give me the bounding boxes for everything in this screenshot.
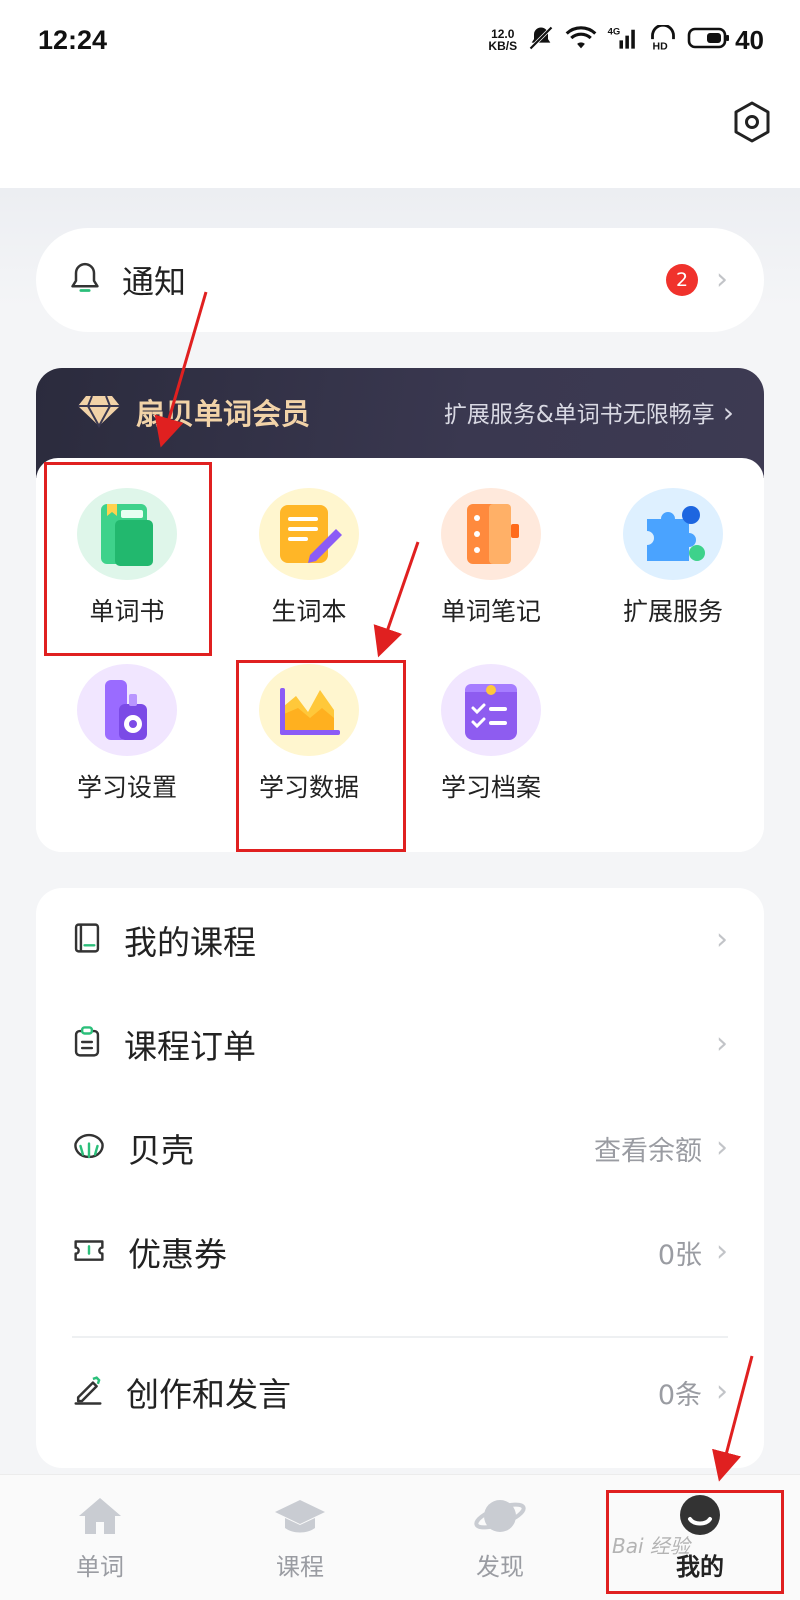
chevron-right-icon: › (716, 922, 728, 957)
shell-icon (72, 1130, 106, 1166)
menu-label: 优惠券 (128, 1235, 227, 1274)
notification-badge: 2 (666, 264, 698, 296)
feature-label: 单词书 (89, 597, 165, 626)
menu-item-my-courses[interactable]: 我的课程 › (36, 888, 764, 992)
feature-label: 学习档案 (440, 773, 541, 802)
profile-page: 12:24 12.0 KB/S 4G HD 40 通知 2 › 扇贝单词会员 扩… (0, 0, 800, 1600)
home-icon (75, 1491, 125, 1541)
vip-title: 扇贝单词会员 (136, 397, 311, 431)
green-book-icon (77, 488, 177, 580)
hex-gear-icon (731, 100, 773, 148)
feature-vocab-notebook[interactable]: 生词本 (218, 458, 400, 628)
svg-text:4G: 4G (608, 26, 621, 37)
chevron-right-icon: › (722, 395, 734, 429)
menu-label: 创作和发言 (126, 1375, 291, 1414)
feature-study-settings[interactable]: 学习设置 (36, 634, 218, 804)
status-icons: 12.0 KB/S 4G HD 40 (488, 23, 764, 56)
ticket-icon (72, 1235, 106, 1269)
settings-bottle-icon (77, 664, 177, 756)
vip-banner[interactable]: 扇贝单词会员 扩展服务&单词书无限畅享 › (36, 368, 764, 456)
course-book-icon (72, 921, 102, 959)
nav-label: 单词 (76, 1553, 124, 1581)
settings-button[interactable] (728, 100, 776, 148)
battery-level: 40 (735, 24, 764, 55)
nav-tab-discover[interactable]: 发现 (400, 1475, 600, 1600)
watermark: Bai 经验 (612, 1534, 690, 1558)
bell-icon (68, 260, 102, 300)
menu-item-coupons[interactable]: 优惠券 0张 › (36, 1200, 764, 1304)
vip-feature-grid: 单词书 生词本 单词笔记 扩展服务 学习设置 学习数据 学习档案 (36, 458, 764, 852)
chevron-right-icon: › (716, 1234, 728, 1269)
feature-label: 单词笔记 (440, 597, 541, 626)
status-time: 12:24 (38, 24, 108, 55)
menu-item-shells[interactable]: 贝壳 查看余额 › (36, 1096, 764, 1200)
notification-row[interactable]: 通知 2 › (36, 228, 764, 332)
notepad-pencil-icon (259, 488, 359, 580)
nav-label: 课程 (276, 1553, 324, 1581)
menu-item-course-orders[interactable]: 课程订单 › (36, 992, 764, 1096)
signal-icon: 4G (607, 25, 639, 55)
feature-label: 学习设置 (76, 773, 177, 802)
vip-subtitle: 扩展服务&单词书无限畅享 (443, 402, 715, 428)
planet-icon (473, 1491, 527, 1541)
nav-label: 发现 (476, 1553, 524, 1581)
notification-label: 通知 (122, 263, 187, 301)
chevron-right-icon: › (716, 1374, 728, 1409)
edit-pen-icon (72, 1374, 104, 1410)
menu-list: 我的课程 › 课程订单 › 贝壳 查看余额 › 优惠券 0张 › 创作和发言 0… (36, 888, 764, 1468)
svg-text:HD: HD (653, 41, 669, 51)
feature-label: 生词本 (271, 597, 347, 626)
feature-study-data[interactable]: 学习数据 (218, 634, 400, 804)
menu-label: 我的课程 (124, 923, 256, 962)
graduation-cap-icon (273, 1491, 327, 1541)
nav-tab-words[interactable]: 单词 (0, 1475, 200, 1600)
net-speed: 12.0 KB/S (488, 28, 517, 52)
feature-label: 扩展服务 (622, 597, 723, 626)
feature-word-notes[interactable]: 单词笔记 (400, 458, 582, 628)
feature-study-archive[interactable]: 学习档案 (400, 634, 582, 804)
area-chart-icon (259, 664, 359, 756)
battery-icon (687, 26, 731, 54)
puzzle-icon (623, 488, 723, 580)
chevron-right-icon: › (716, 262, 728, 297)
mute-icon (527, 24, 555, 56)
orange-notebook-icon (441, 488, 541, 580)
nav-tab-courses[interactable]: 课程 (200, 1475, 400, 1600)
menu-label: 贝壳 (128, 1131, 194, 1170)
vip-card: 扇贝单词会员 扩展服务&单词书无限畅享 › 单词书 生词本 单词笔记 扩展服务 … (36, 368, 764, 852)
menu-divider (72, 1336, 728, 1338)
menu-value: 0张 (657, 1239, 702, 1271)
clipboard-icon (72, 1025, 102, 1063)
wifi-icon (565, 25, 597, 55)
diamond-icon (76, 392, 122, 432)
header (0, 80, 800, 188)
battery: 40 (687, 25, 764, 56)
menu-item-creations[interactable]: 创作和发言 0条 › (36, 1340, 764, 1444)
checklist-folder-icon (441, 664, 541, 756)
menu-value: 查看余额 (594, 1135, 702, 1167)
feature-word-book[interactable]: 单词书 (36, 458, 218, 628)
chevron-right-icon: › (716, 1026, 728, 1061)
menu-value: 0条 (657, 1379, 702, 1411)
hd-call-icon: HD (649, 23, 677, 55)
menu-label: 课程订单 (124, 1027, 256, 1066)
feature-extensions[interactable]: 扩展服务 (582, 458, 764, 628)
status-bar: 12:24 12.0 KB/S 4G HD 40 (0, 0, 800, 80)
net-speed-unit: KB/S (488, 39, 518, 53)
chevron-right-icon: › (716, 1130, 728, 1165)
feature-label: 学习数据 (258, 773, 359, 802)
